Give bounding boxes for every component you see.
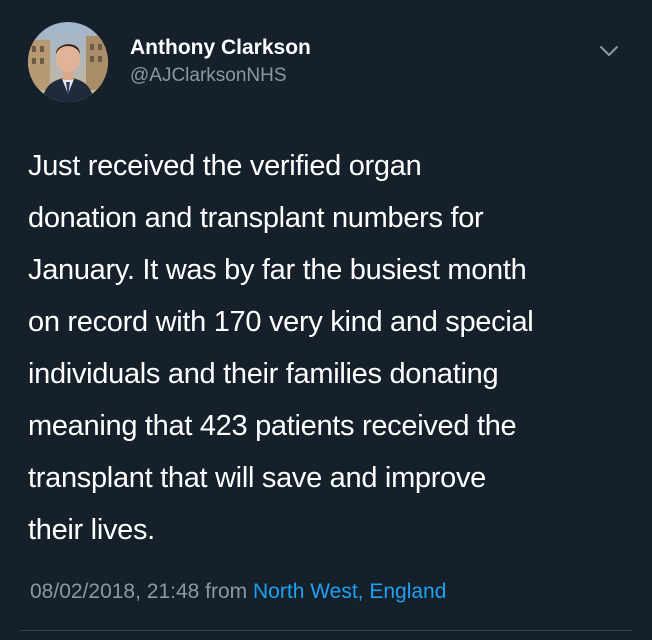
tweet-text-line: transplant that will save and improve bbox=[28, 462, 486, 494]
avatar[interactable] bbox=[28, 22, 108, 102]
chevron-down-icon[interactable] bbox=[594, 36, 624, 66]
tweet-timestamp[interactable]: 08/02/2018, 21:48 bbox=[30, 580, 199, 603]
tweet-text-line: January. It was by far the busiest month bbox=[28, 254, 527, 286]
tweet-text-line: on record with 170 very kind and special bbox=[28, 306, 534, 338]
tweet-header: Anthony Clarkson @AJClarksonNHS bbox=[24, 22, 628, 108]
user-handle[interactable]: @AJClarksonNHS bbox=[130, 63, 311, 89]
display-name[interactable]: Anthony Clarkson bbox=[130, 35, 311, 61]
location-link[interactable]: North West, England bbox=[253, 580, 446, 603]
tweet-text-line: their lives. bbox=[28, 514, 155, 546]
divider bbox=[20, 630, 632, 631]
tweet-meta: 08/02/2018, 21:48 from North West, Engla… bbox=[30, 577, 446, 607]
avatar-image bbox=[28, 22, 108, 102]
tweet-text-line: meaning that 423 patients received the bbox=[28, 410, 517, 442]
tweet-text-line: individuals and their families donating bbox=[28, 358, 499, 390]
tweet-text: Just received the verified organ donatio… bbox=[28, 140, 628, 556]
from-label: from bbox=[205, 580, 248, 603]
tweet-text-line: Just received the verified organ bbox=[28, 150, 422, 182]
tweet-card: Anthony Clarkson @AJClarksonNHS Just rec… bbox=[0, 0, 652, 640]
user-names: Anthony Clarkson @AJClarksonNHS bbox=[130, 35, 311, 89]
tweet-text-line: donation and transplant numbers for bbox=[28, 202, 484, 234]
